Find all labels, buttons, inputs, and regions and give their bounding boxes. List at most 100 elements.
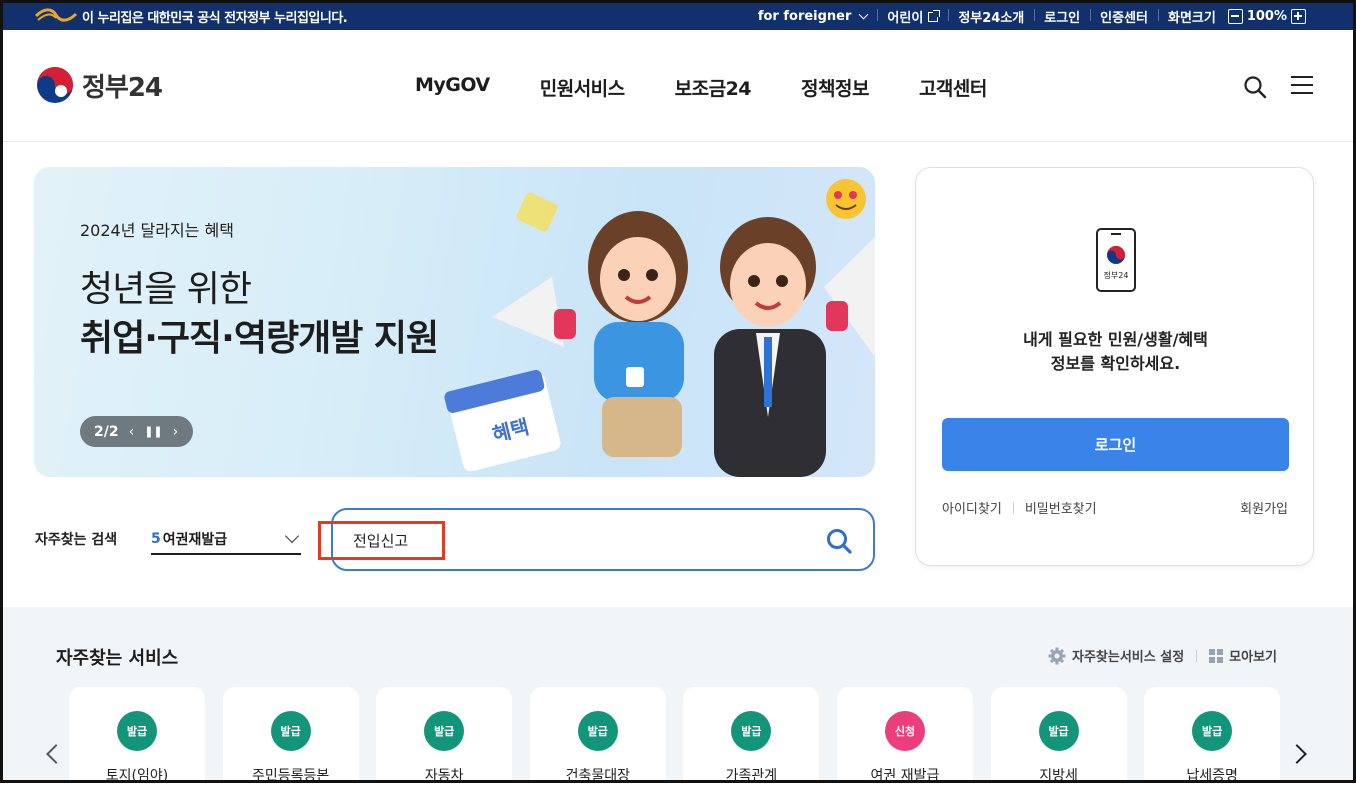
service-card-land[interactable]: 발급토지(임야) bbox=[69, 687, 205, 797]
logo-text: 정부24 bbox=[82, 72, 163, 103]
gov-notice-text: 이 누리집은 대한민국 공식 전자정부 누리집입니다. bbox=[82, 11, 348, 26]
screen-size-label: 화면크기 bbox=[1167, 11, 1216, 26]
service-label: 지방세 bbox=[1039, 768, 1078, 784]
site-header: 정부24 MyGOV 민원서비스 보조금24 정책정보 고객센터 bbox=[0, 30, 1356, 142]
prev-slide-icon[interactable]: ‹ bbox=[129, 424, 135, 440]
nav-civil-service[interactable]: 민원서비스 bbox=[540, 74, 625, 101]
service-card-resident-register[interactable]: 발급주민등록등본 bbox=[222, 687, 359, 797]
banner-pager: 2/2 ‹ ❚❚ › bbox=[80, 416, 193, 447]
chevron-down-icon bbox=[858, 9, 869, 20]
services-settings-label: 자주찾는서비스 설정 bbox=[1071, 650, 1185, 665]
service-card-tax-certificate[interactable]: 발급납세증명 bbox=[1144, 687, 1281, 797]
for-foreigner-dropdown[interactable]: for foreigner bbox=[748, 9, 878, 24]
next-slide-icon[interactable]: › bbox=[173, 424, 179, 440]
issue-badge: 발급 bbox=[1038, 711, 1079, 751]
frequent-services-section: 자주찾는 서비스 자주찾는서비스 설정 모아보기 발급토지(임야) 발급주민등록… bbox=[3, 607, 1353, 797]
apply-badge: 신청 bbox=[884, 711, 925, 751]
external-link-icon bbox=[928, 9, 941, 22]
service-label: 주민등록등본 bbox=[251, 768, 330, 784]
screen-size-control: 화면크기 100% bbox=[1157, 7, 1316, 26]
issue-badge: 발급 bbox=[577, 711, 618, 751]
search-submit-icon[interactable] bbox=[825, 527, 853, 555]
frequent-search-rank: 5 bbox=[151, 530, 161, 547]
hero-title-line1: 청년을 위한 bbox=[80, 269, 252, 310]
issue-badge: 발급 bbox=[117, 711, 157, 751]
nav-mygov[interactable]: MyGOV bbox=[415, 74, 490, 101]
main-search-input[interactable] bbox=[353, 528, 773, 552]
hero-kicker: 2024년 달라지는 혜택 bbox=[80, 221, 234, 240]
gov-mark-icon bbox=[34, 8, 78, 22]
kids-label: 어린이 bbox=[887, 11, 924, 26]
login-button[interactable]: 로그인 bbox=[942, 418, 1289, 471]
zoom-out-button[interactable] bbox=[1227, 9, 1243, 24]
gov-notice-bar: 이 누리집은 대한민국 공식 전자정부 누리집입니다. for foreigne… bbox=[0, 0, 1356, 30]
service-label: 건축물대장 bbox=[565, 768, 630, 784]
zoom-level: 100% bbox=[1246, 9, 1287, 24]
login-card: 정부24 내게 필요한 민원/생활/혜택 정보를 확인하세요. 로그인 아이디찾… bbox=[915, 167, 1314, 566]
join-link[interactable]: 회원가입 bbox=[1240, 498, 1288, 517]
calendar-icon: 혜택 bbox=[444, 369, 561, 472]
view-all-label: 모아보기 bbox=[1229, 650, 1277, 665]
pause-icon[interactable]: ❚❚ bbox=[144, 425, 162, 438]
hero-illustration: 혜택 bbox=[444, 179, 875, 477]
service-label: 가족관계 bbox=[725, 768, 778, 784]
hero-banner[interactable]: 2024년 달라지는 혜택 청년을 위한 취업·구직·역량개발 지원 2/2 ‹… bbox=[34, 167, 875, 477]
zoom-in-button[interactable] bbox=[1291, 9, 1306, 24]
services-title: 자주찾는 서비스 bbox=[56, 648, 179, 669]
nav-policy-info[interactable]: 정책정보 bbox=[801, 74, 869, 101]
frequent-search-select[interactable]: 5 여권재발급 bbox=[151, 524, 301, 555]
service-label: 여권 재발급 bbox=[870, 768, 940, 784]
services-settings-button[interactable]: 자주찾는서비스 설정 bbox=[1048, 646, 1184, 665]
carousel-prev-icon[interactable] bbox=[46, 744, 66, 764]
search-icon[interactable] bbox=[1243, 75, 1267, 99]
nav-subsidy24[interactable]: 보조금24 bbox=[675, 74, 752, 101]
for-foreigner-label: for foreigner bbox=[757, 9, 852, 24]
gear-icon bbox=[1048, 647, 1066, 664]
cert-center-link[interactable]: 인증센터 bbox=[1090, 7, 1158, 26]
top-login-link[interactable]: 로그인 bbox=[1034, 7, 1090, 26]
find-id-link[interactable]: 아이디찾기 bbox=[942, 498, 1002, 517]
taegeuk-emblem-icon bbox=[37, 67, 73, 103]
kids-link[interactable]: 어린이 bbox=[877, 7, 948, 26]
issue-badge: 발급 bbox=[731, 711, 772, 751]
about-label: 정부24소개 bbox=[958, 11, 1025, 26]
gov24-logo[interactable]: 정부24 bbox=[36, 66, 163, 104]
svg-text:정부24: 정부24 bbox=[1104, 270, 1129, 280]
service-card-car[interactable]: 발급자동차 bbox=[376, 687, 513, 797]
cert-center-label: 인증센터 bbox=[1100, 11, 1148, 26]
service-label: 자동차 bbox=[424, 768, 464, 784]
view-all-button[interactable]: 모아보기 bbox=[1209, 646, 1277, 665]
service-card-building-ledger[interactable]: 발급건축물대장 bbox=[529, 687, 666, 797]
utility-menu: for foreigner 어린이 정부24소개 로그인 인증센터 화면크기 1… bbox=[748, 7, 1316, 26]
about-link[interactable]: 정부24소개 bbox=[948, 7, 1034, 26]
service-label: 토지(임야) bbox=[105, 768, 169, 784]
banner-page-indicator: 2/2 bbox=[94, 423, 119, 440]
top-login-label: 로그인 bbox=[1044, 11, 1081, 26]
find-password-link[interactable]: 비밀번호찾기 bbox=[1025, 498, 1097, 517]
issue-badge: 발급 bbox=[1192, 711, 1233, 751]
issue-badge: 발급 bbox=[270, 711, 311, 751]
service-card-local-tax[interactable]: 발급지방세 bbox=[990, 687, 1127, 797]
login-message-line1: 내게 필요한 민원/생활/혜택 bbox=[1023, 330, 1208, 349]
divider bbox=[1196, 649, 1198, 662]
service-card-family-relation[interactable]: 발급가족관계 bbox=[683, 687, 820, 797]
frequent-search-selected: 여권재발급 bbox=[162, 531, 228, 548]
login-message-line2: 정보를 확인하세요. bbox=[1050, 354, 1181, 373]
service-card-passport-reissue[interactable]: 신청여권 재발급 bbox=[836, 687, 973, 797]
frequent-search-label: 자주찾는 검색 bbox=[35, 532, 118, 548]
service-cards: 발급토지(임야) 발급주민등록등본 발급자동차 발급건축물대장 발급가족관계 신… bbox=[69, 687, 1298, 797]
chevron-down-icon bbox=[284, 528, 300, 544]
mobile-phone-icon: 정부24 bbox=[1096, 228, 1136, 292]
main-search-box bbox=[331, 508, 875, 571]
services-tools: 자주찾는서비스 설정 모아보기 bbox=[1048, 646, 1277, 665]
service-label: 납세증명 bbox=[1186, 768, 1238, 784]
issue-badge: 발급 bbox=[424, 711, 465, 751]
login-message: 내게 필요한 민원/생활/혜택 정보를 확인하세요. bbox=[916, 328, 1315, 376]
grid-icon bbox=[1209, 648, 1224, 663]
account-links: 아이디찾기 비밀번호찾기 bbox=[942, 498, 1097, 517]
nav-customer-center[interactable]: 고객센터 bbox=[919, 74, 987, 101]
divider bbox=[1012, 501, 1014, 514]
hamburger-menu-icon[interactable] bbox=[1291, 76, 1315, 98]
hero-title-line2: 취업·구직·역량개발 지원 bbox=[80, 318, 439, 359]
main-nav: MyGOV 민원서비스 보조금24 정책정보 고객센터 bbox=[415, 74, 1037, 101]
